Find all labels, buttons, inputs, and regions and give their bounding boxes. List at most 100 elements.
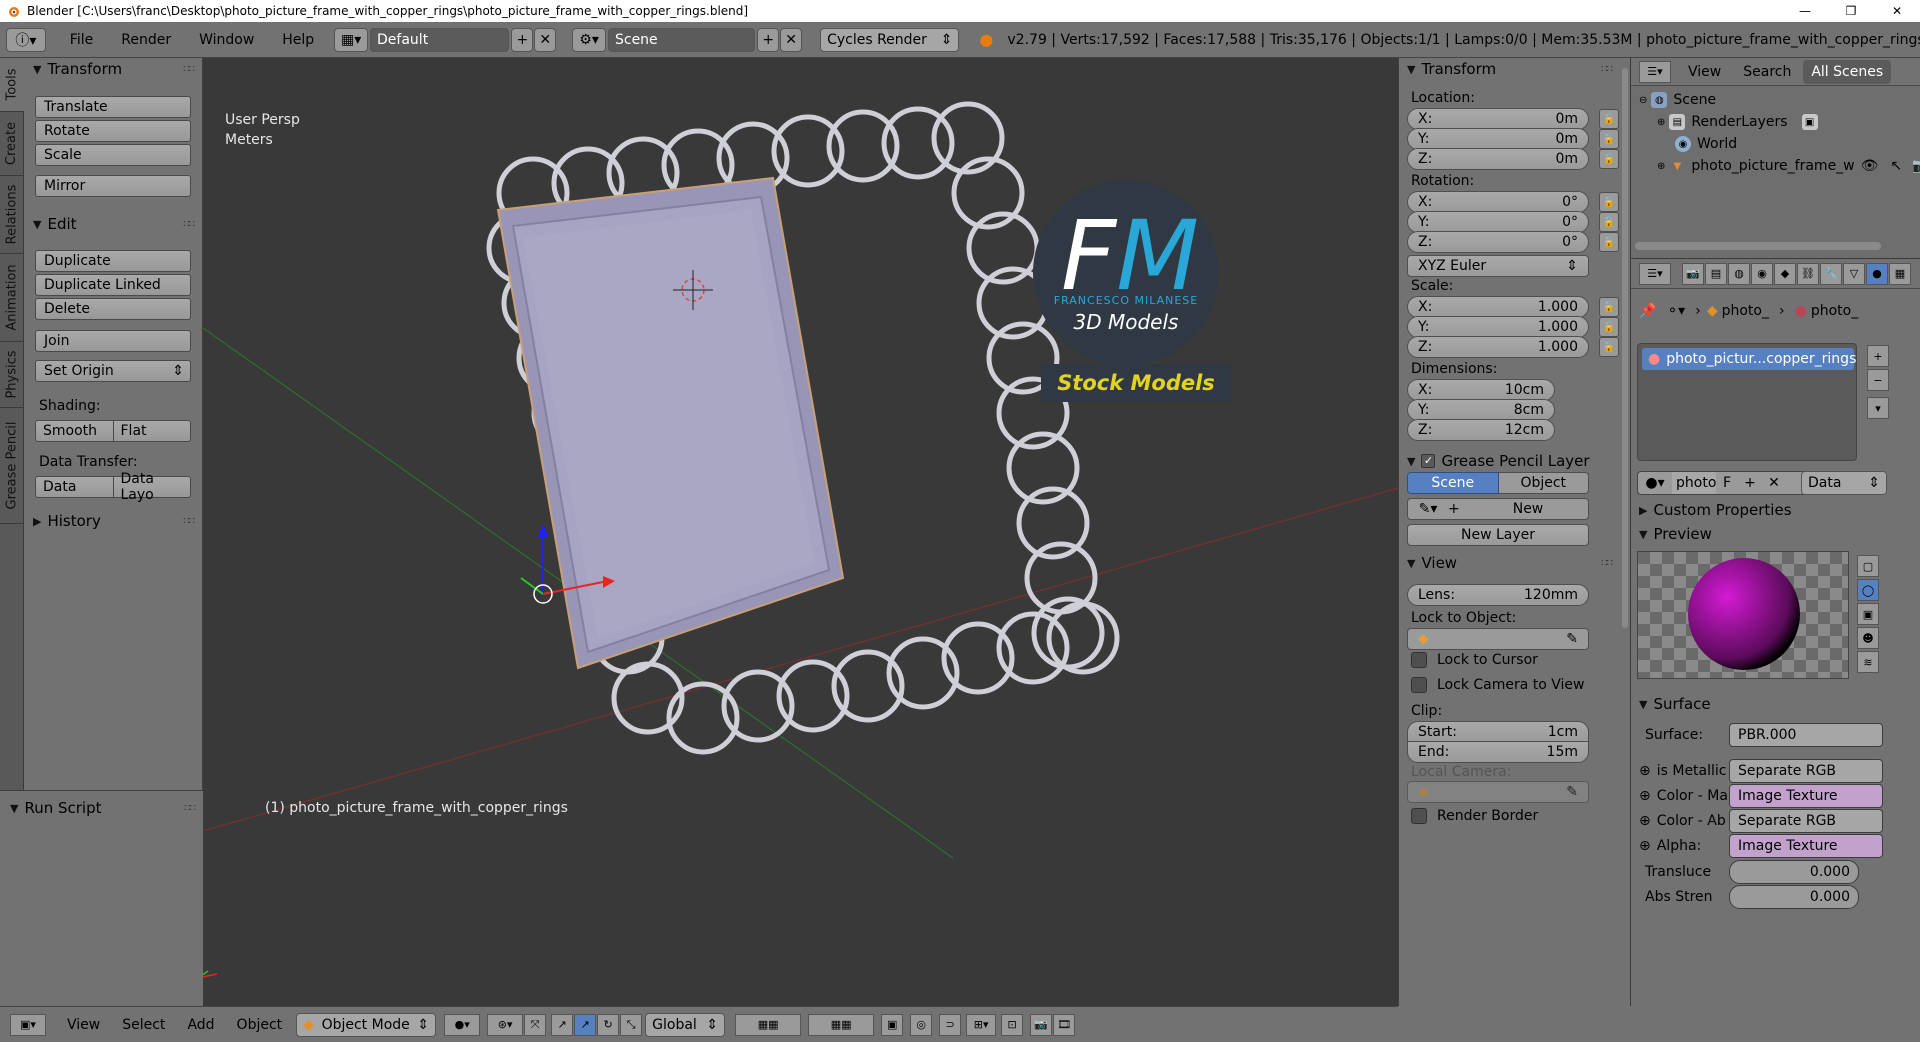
gp-new-field[interactable]: ✎▾ + New <box>1407 498 1589 520</box>
render-tab-icon[interactable]: 📷 <box>1682 262 1704 285</box>
rotation-x-field[interactable]: X: 0° <box>1407 191 1589 213</box>
rotate-button[interactable]: Rotate <box>35 120 191 142</box>
layers-grid-icon[interactable]: ▦▦ <box>808 1013 875 1036</box>
tab-create[interactable]: Create <box>0 112 24 176</box>
color-ab-input-dropdown[interactable]: Separate RGB <box>1729 809 1883 833</box>
transform-panel-header[interactable]: ▼ Transform <box>33 60 122 78</box>
scene-field[interactable]: Scene <box>607 27 756 52</box>
manipulator-active-icon[interactable]: ↗ <box>574 1013 597 1036</box>
dimension-x-field[interactable]: X: 10cm <box>1407 379 1555 401</box>
gp-object-button[interactable]: Object <box>1498 472 1589 494</box>
outliner-row-scene[interactable]: ⊖ ◍ Scene <box>1639 92 1716 108</box>
lens-field[interactable]: Lens: 120mm <box>1407 584 1589 606</box>
scale-y-field[interactable]: Y: 1.000 <box>1407 316 1589 338</box>
menu-view[interactable]: View <box>67 1017 100 1033</box>
drag-grip-icon[interactable]: ∷∷ <box>183 219 195 230</box>
smooth-button[interactable]: Smooth <box>35 420 114 442</box>
tab-animation[interactable]: Animation <box>0 254 24 342</box>
properties-type-icon[interactable]: ☰▾ <box>1639 262 1671 285</box>
set-origin-dropdown[interactable]: Set Origin ⇕ <box>35 360 191 382</box>
remove-slot-icon[interactable]: − <box>1867 369 1889 391</box>
flat-button[interactable]: Flat <box>113 420 191 442</box>
drag-grip-icon[interactable]: ∷∷ <box>1601 64 1613 75</box>
drag-grip-icon[interactable]: ∷∷ <box>1601 558 1613 569</box>
expand-plus-icon[interactable]: ⊕ <box>1639 763 1651 779</box>
lock-icon[interactable]: 🔓 <box>1599 317 1619 337</box>
screen-layout-icon[interactable]: ▦▾ <box>334 27 369 52</box>
custom-properties-header[interactable]: ▶ Custom Properties <box>1639 501 1792 519</box>
add-slot-icon[interactable]: + <box>1867 345 1889 367</box>
tab-relations[interactable]: Relations <box>0 176 24 254</box>
preview-hair-icon[interactable]: ≋ <box>1857 651 1879 673</box>
outliner-type-icon[interactable]: ☰▾ <box>1639 60 1671 83</box>
duplicate-linked-button[interactable]: Duplicate Linked <box>35 274 191 296</box>
menu-help[interactable]: Help <box>268 32 328 48</box>
outliner-search-menu[interactable]: Search <box>1743 64 1791 80</box>
slot-menu-icon[interactable]: ▾ <box>1867 397 1889 419</box>
material-name-field[interactable]: photo <box>1672 472 1716 494</box>
location-x-field[interactable]: X: 0m <box>1407 108 1589 130</box>
scale-button[interactable]: Scale <box>35 144 191 166</box>
color-ma-input-dropdown[interactable]: Image Texture <box>1729 784 1883 808</box>
render-border-checkbox[interactable]: Render Border <box>1411 808 1538 824</box>
lock-icon[interactable]: 🔓 <box>1599 192 1619 212</box>
snap-target-icon[interactable]: ⊡ <box>1001 1013 1024 1036</box>
viewport-shading-icon[interactable]: ●▾ <box>444 1013 481 1036</box>
preview-flat-icon[interactable]: ▢ <box>1857 555 1879 577</box>
grease-pencil-layer-header[interactable]: ▼ ✓ Grease Pencil Layer <box>1407 452 1590 470</box>
mode-dropdown[interactable]: ◆ Object Mode ⇕ <box>296 1012 437 1037</box>
new-layer-button[interactable]: New Layer <box>1407 524 1589 546</box>
editor-type-info-icon[interactable]: ⓘ▾ <box>6 27 46 52</box>
data-layout-button[interactable]: Data Layo <box>113 471 191 503</box>
editor-type-3dview-icon[interactable]: ▣▾ <box>10 1013 46 1036</box>
outliner-row-world[interactable]: ◉ World <box>1675 136 1737 152</box>
manipulator-scale-icon[interactable]: ⤡ <box>620 1013 643 1036</box>
scrollbar-thumb[interactable] <box>1622 68 1628 628</box>
material-slot-item[interactable]: ● photo_pictur...copper_rings <box>1642 348 1856 370</box>
data-button[interactable]: Data <box>35 476 114 498</box>
close-button[interactable]: ✕ <box>1874 0 1920 22</box>
proportional-edit-icon[interactable]: ◎ <box>910 1013 933 1036</box>
fake-user-toggle[interactable]: F <box>1716 475 1738 491</box>
lock-object-field[interactable]: ◆ ✎ <box>1407 628 1589 650</box>
outliner-view-menu[interactable]: View <box>1688 64 1721 80</box>
cursor-select-icon[interactable]: ↖ <box>1890 158 1902 174</box>
drag-grip-icon[interactable]: ∷∷ <box>183 64 195 75</box>
surface-header[interactable]: ▼ Surface <box>1639 695 1711 713</box>
rotation-mode-dropdown[interactable]: XYZ Euler ⇕ <box>1407 255 1589 277</box>
translucency-slider[interactable]: 0.000 <box>1729 860 1859 884</box>
outliner-display-mode[interactable]: All Scenes <box>1803 59 1892 84</box>
location-z-field[interactable]: Z: 0m <box>1407 148 1589 170</box>
layout-field[interactable]: Default <box>370 27 510 52</box>
surface-shader-dropdown[interactable]: PBR.000 <box>1729 723 1883 747</box>
pivot-point-icon[interactable]: ⊛▾ <box>487 1013 524 1036</box>
translate-button[interactable]: Translate <box>35 96 191 118</box>
gp-scene-button[interactable]: Scene <box>1407 472 1499 494</box>
delete-scene-icon[interactable]: ✕ <box>780 27 803 52</box>
outliner-hscroll[interactable] <box>1635 242 1881 250</box>
n-transform-header[interactable]: ▼ Transform <box>1407 60 1496 78</box>
orientation-dropdown[interactable]: Global ⇕ <box>645 1012 726 1037</box>
metallic-input-dropdown[interactable]: Separate RGB <box>1729 759 1883 783</box>
preview-header[interactable]: ▼ Preview <box>1639 525 1712 543</box>
delete-layout-icon[interactable]: ✕ <box>534 27 557 52</box>
pin-icon[interactable]: 📌 <box>1639 303 1656 319</box>
outliner-row-object[interactable]: ⊕ ▼ photo_picture_frame_w 👁 ↖ 📷 <box>1657 158 1920 174</box>
new-material-icon[interactable]: + <box>1738 475 1762 491</box>
clip-start-field[interactable]: Start: 1cm <box>1407 721 1589 743</box>
duplicate-button[interactable]: Duplicate <box>35 250 191 272</box>
menu-select[interactable]: Select <box>122 1017 165 1033</box>
alpha-input-dropdown[interactable]: Image Texture <box>1729 834 1883 858</box>
render-still-icon[interactable]: 📷 <box>1030 1013 1053 1036</box>
preview-monkey-icon[interactable]: ☻ <box>1857 627 1879 649</box>
link-data-dropdown[interactable]: Data ⇕ <box>1801 471 1887 495</box>
location-y-field[interactable]: Y: 0m <box>1407 128 1589 150</box>
abs-strength-slider[interactable]: 0.000 <box>1729 885 1859 909</box>
3d-viewport[interactable]: FM FRANCESCO MILANESE 3D Models Stock Mo… <box>203 58 1398 1006</box>
join-button[interactable]: Join <box>35 330 191 352</box>
manipulator-rotate-icon[interactable]: ↻ <box>597 1013 620 1036</box>
drag-grip-icon[interactable]: ∷∷ <box>183 516 195 527</box>
drag-grip-icon[interactable]: ∷∷ <box>184 803 196 814</box>
add-layout-icon[interactable]: + <box>511 27 534 52</box>
layer-lock-icon[interactable]: ▣ <box>881 1013 904 1036</box>
